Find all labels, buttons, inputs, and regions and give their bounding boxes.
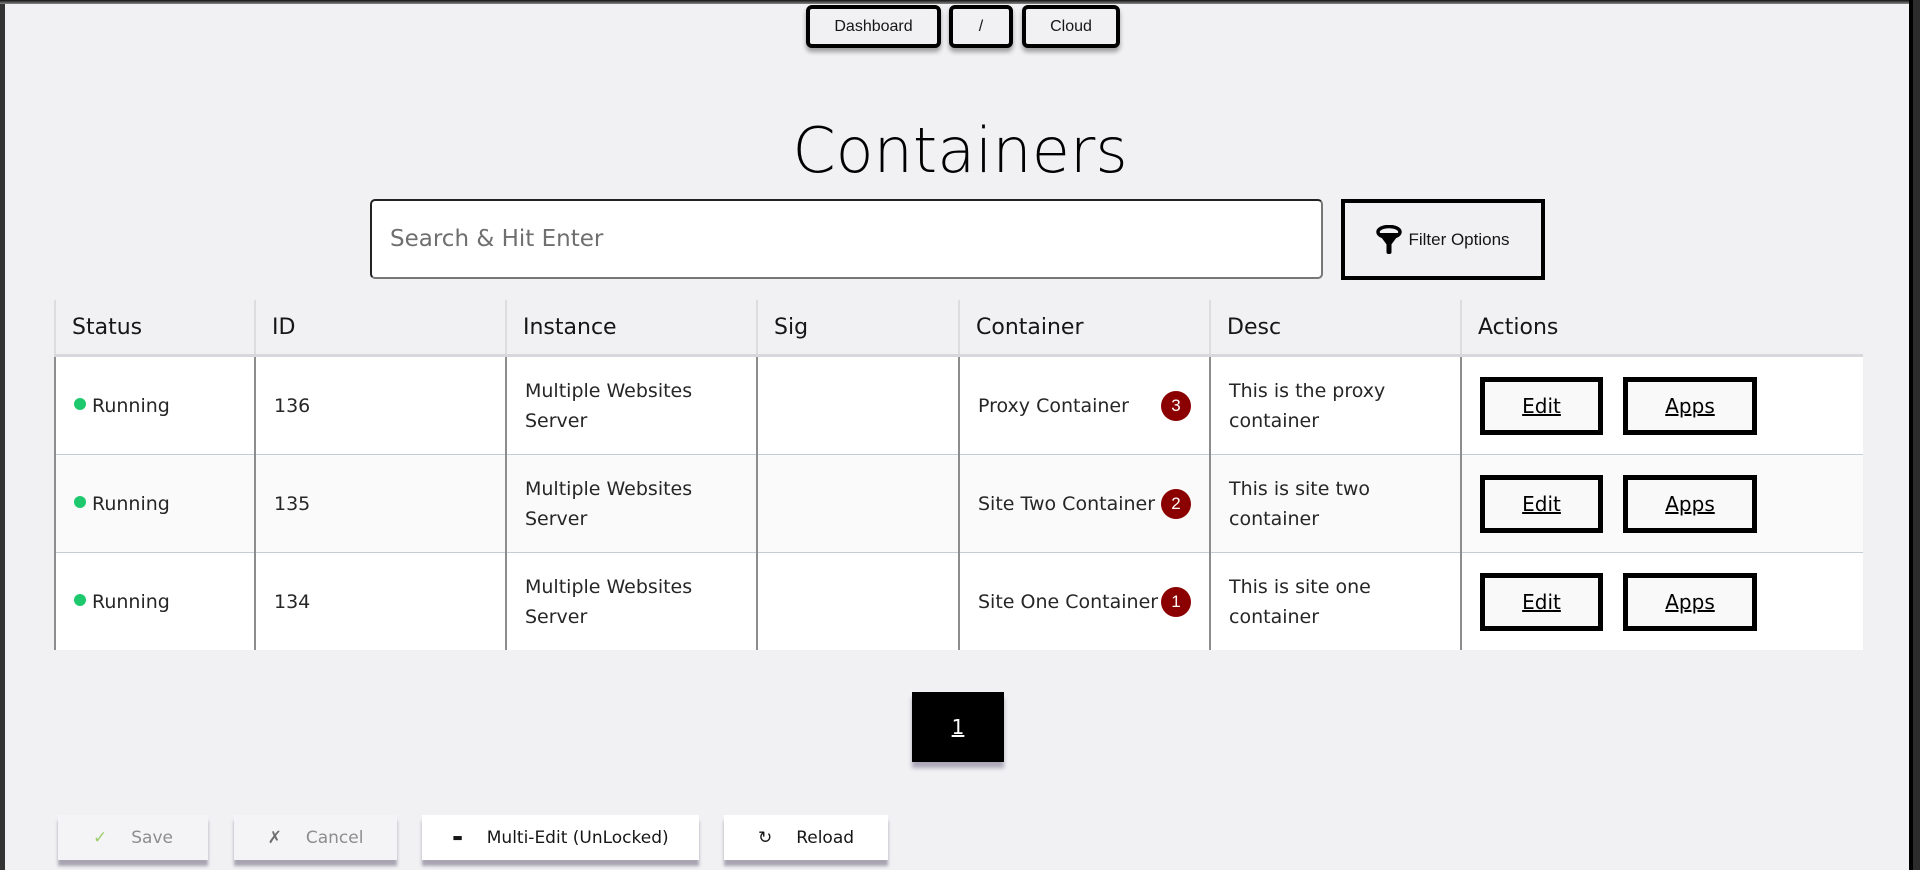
apps-button[interactable]: Apps bbox=[1623, 572, 1757, 631]
cancel-button[interactable]: ✗ Cancel bbox=[234, 815, 397, 860]
edit-button[interactable]: Edit bbox=[1480, 572, 1603, 631]
sig-cell bbox=[756, 355, 959, 455]
reload-label: Reload bbox=[796, 827, 855, 848]
window-frame-top bbox=[0, 0, 1909, 4]
container-cell: Proxy Container 3 bbox=[958, 355, 1210, 455]
x-icon: ✗ bbox=[267, 827, 282, 848]
container-name: Site One Container bbox=[978, 590, 1159, 613]
unlock-bar-icon: ▬ bbox=[452, 831, 463, 844]
column-header-instance[interactable]: Instance bbox=[505, 300, 757, 357]
actions-cell: Edit Apps bbox=[1460, 552, 1863, 650]
status-cell: Running bbox=[54, 454, 255, 553]
status-running-dot-icon bbox=[74, 496, 86, 508]
container-count-badge: 3 bbox=[1161, 390, 1191, 421]
table-row: Running 136 Multiple Websites Server Pro… bbox=[54, 355, 1863, 455]
container-name: Site Two Container bbox=[978, 492, 1156, 515]
actions-cell: Edit Apps bbox=[1460, 355, 1863, 455]
checkmark-icon: ✓ bbox=[93, 827, 108, 848]
filter-options-button[interactable]: Filter Options bbox=[1341, 199, 1545, 280]
container-count-badge: 1 bbox=[1161, 586, 1191, 617]
container-count-badge: 2 bbox=[1161, 488, 1191, 519]
sig-cell bbox=[756, 552, 959, 650]
status-text: Running bbox=[92, 492, 170, 515]
actions-cell: Edit Apps bbox=[1460, 454, 1863, 553]
instance-cell: Multiple Websites Server bbox=[505, 552, 757, 650]
reload-button[interactable]: ↻ Reload bbox=[724, 815, 888, 860]
apps-button[interactable]: Apps bbox=[1623, 474, 1757, 533]
id-cell: 136 bbox=[254, 355, 506, 455]
multi-edit-button[interactable]: ▬ Multi-Edit (UnLocked) bbox=[422, 815, 699, 860]
table-header-row: Status ID Instance Sig Container Desc Ac… bbox=[54, 300, 1863, 357]
funnel-icon bbox=[1376, 224, 1403, 254]
column-header-actions: Actions bbox=[1460, 300, 1863, 357]
desc-cell: This is site one container bbox=[1209, 552, 1461, 650]
column-header-sig[interactable]: Sig bbox=[756, 300, 959, 357]
instance-cell: Multiple Websites Server bbox=[505, 355, 757, 455]
container-cell: Site Two Container 2 bbox=[958, 454, 1210, 553]
desc-cell: This is site two container bbox=[1209, 454, 1461, 553]
status-running-dot-icon bbox=[74, 594, 86, 606]
breadcrumb-dashboard[interactable]: Dashboard bbox=[806, 5, 941, 48]
edit-button[interactable]: Edit bbox=[1480, 376, 1603, 435]
id-cell: 135 bbox=[254, 454, 506, 553]
search-input[interactable] bbox=[370, 199, 1323, 279]
column-header-container[interactable]: Container bbox=[958, 300, 1210, 357]
containers-table: Status ID Instance Sig Container Desc Ac… bbox=[54, 300, 1863, 650]
instance-cell: Multiple Websites Server bbox=[505, 454, 757, 553]
id-cell: 134 bbox=[254, 552, 506, 650]
apps-button[interactable]: Apps bbox=[1623, 376, 1757, 435]
status-cell: Running bbox=[54, 355, 255, 455]
sig-cell bbox=[756, 454, 959, 553]
container-cell: Site One Container 1 bbox=[958, 552, 1210, 650]
status-running-dot-icon bbox=[74, 398, 86, 410]
container-name: Proxy Container bbox=[978, 394, 1129, 417]
column-header-desc[interactable]: Desc bbox=[1209, 300, 1461, 357]
reload-icon: ↻ bbox=[757, 827, 773, 848]
save-label: Save bbox=[131, 827, 173, 848]
column-header-status[interactable]: Status bbox=[54, 300, 255, 357]
desc-cell: This is the proxy container bbox=[1209, 355, 1461, 455]
multi-edit-label: Multi-Edit (UnLocked) bbox=[486, 827, 669, 848]
cancel-label: Cancel bbox=[305, 827, 364, 848]
breadcrumb-separator[interactable]: / bbox=[949, 5, 1013, 48]
breadcrumb-cloud[interactable]: Cloud bbox=[1022, 5, 1120, 48]
page-title: Containers bbox=[792, 113, 1128, 187]
status-cell: Running bbox=[54, 552, 255, 650]
edit-button[interactable]: Edit bbox=[1480, 474, 1603, 533]
table-row: Running 134 Multiple Websites Server Sit… bbox=[54, 552, 1863, 650]
save-button[interactable]: ✓ Save bbox=[58, 815, 208, 860]
table-row: Running 135 Multiple Websites Server Sit… bbox=[54, 454, 1863, 553]
column-header-id[interactable]: ID bbox=[254, 300, 506, 357]
pagination-page-1[interactable]: 1 bbox=[912, 692, 1004, 762]
status-text: Running bbox=[92, 394, 170, 417]
filter-options-label: Filter Options bbox=[1408, 229, 1510, 249]
status-text: Running bbox=[92, 590, 170, 613]
